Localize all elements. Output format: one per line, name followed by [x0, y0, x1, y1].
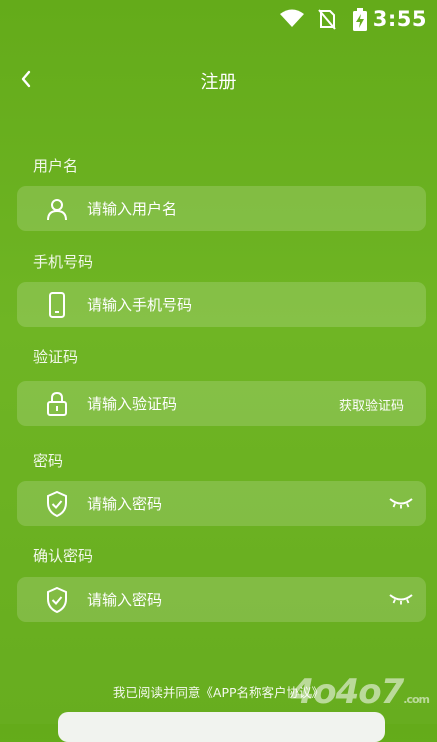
- no-sim-icon: [318, 9, 336, 30]
- watermark: 4o4o7.com: [290, 672, 430, 712]
- confirm-password-label: 确认密码: [33, 547, 94, 565]
- confirm-password-placeholder: 请输入密码: [87, 591, 163, 609]
- password-label: 密码: [33, 452, 64, 470]
- phone-field[interactable]: 请输入手机号码: [17, 282, 426, 327]
- username-field[interactable]: 请输入用户名: [17, 186, 426, 231]
- phone-placeholder: 请输入手机号码: [87, 296, 193, 314]
- status-bar: 3:55: [0, 0, 437, 38]
- shield-check-icon: [44, 491, 70, 517]
- watermark-suffix: .com: [403, 693, 430, 706]
- code-placeholder: 请输入验证码: [87, 395, 178, 413]
- wifi-icon: [280, 9, 304, 27]
- shield-check-icon: [44, 587, 70, 613]
- battery-charging-icon: [353, 8, 367, 31]
- username-label: 用户名: [33, 157, 79, 175]
- password-placeholder: 请输入密码: [87, 495, 163, 513]
- top-app-bar: 注册: [0, 58, 437, 102]
- clock: 3:55: [372, 7, 427, 31]
- code-field[interactable]: 请输入验证码 获取验证码: [17, 381, 426, 426]
- username-placeholder: 请输入用户名: [87, 200, 178, 218]
- eye-closed-icon[interactable]: [388, 591, 414, 607]
- lock-icon: [44, 391, 70, 417]
- user-icon: [44, 196, 70, 222]
- phone-label: 手机号码: [33, 253, 94, 271]
- password-field[interactable]: 请输入密码: [17, 481, 426, 526]
- code-label: 验证码: [33, 348, 79, 366]
- eye-closed-icon[interactable]: [388, 495, 414, 511]
- register-button[interactable]: [58, 712, 385, 742]
- confirm-password-field[interactable]: 请输入密码: [17, 577, 426, 622]
- phone-icon: [44, 292, 70, 318]
- page-title: 注册: [200, 72, 237, 93]
- watermark-text: 4o4o7: [290, 672, 405, 712]
- get-code-button[interactable]: 获取验证码: [339, 395, 404, 414]
